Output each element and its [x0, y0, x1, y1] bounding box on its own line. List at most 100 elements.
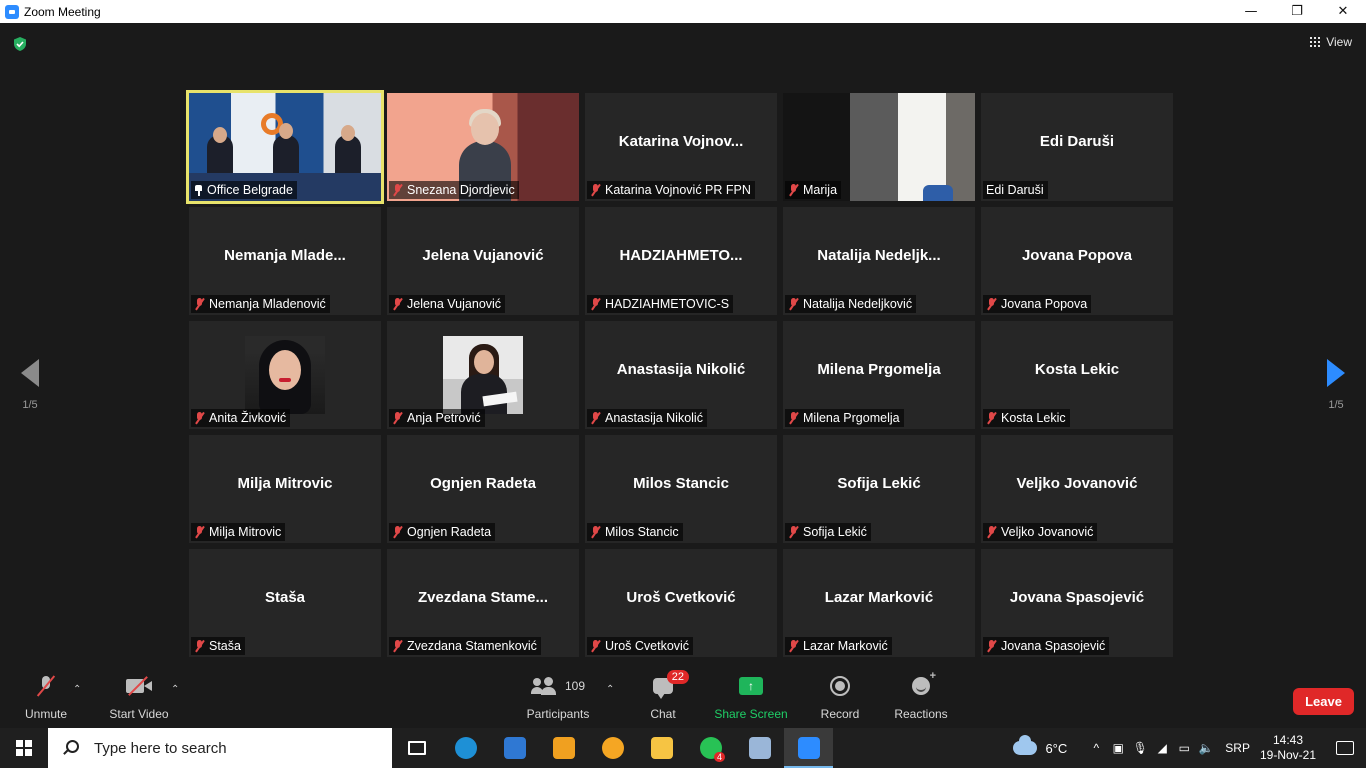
previous-page-button[interactable]: 1/5	[10, 359, 50, 411]
participant-tile[interactable]: Anastasija Nikolić Anastasija Nikolić	[585, 321, 777, 429]
view-label: View	[1326, 35, 1352, 49]
taskbar-app-task-view[interactable]	[392, 728, 441, 768]
participant-avatar	[443, 336, 523, 414]
participant-tile[interactable]: Sofija Lekić Sofija Lekić	[783, 435, 975, 543]
participant-tile[interactable]: Kosta Lekic Kosta Lekic	[981, 321, 1173, 429]
next-page-button[interactable]: 1/5	[1316, 359, 1356, 411]
taskbar-app-brave-vpn[interactable]	[588, 728, 637, 768]
participant-display-name: Jelena Vujanović	[422, 247, 544, 264]
clock[interactable]: 14:43 19-Nov-21	[1260, 733, 1316, 763]
participants-options-caret-icon[interactable]: ⌃	[606, 684, 614, 695]
audio-options-caret-icon[interactable]: ⌃	[73, 684, 81, 695]
mic-muted-icon	[788, 184, 799, 196]
mic-muted-icon	[39, 676, 53, 696]
participant-tile[interactable]: Jelena Vujanović Jelena Vujanović	[387, 207, 579, 315]
participants-button[interactable]: 109 Participants	[526, 670, 590, 728]
view-button[interactable]: View	[1310, 35, 1352, 49]
shield-check-icon[interactable]	[12, 36, 28, 52]
taskbar-app-zoom[interactable]	[784, 728, 833, 768]
participant-display-name: Sofija Lekić	[837, 475, 921, 492]
participant-tile[interactable]: Veljko Jovanović Veljko Jovanović	[981, 435, 1173, 543]
weather-cloud-icon[interactable]	[1013, 735, 1038, 755]
participant-name-label: HADZIAHMETOVIC-S	[587, 295, 734, 313]
participant-tile[interactable]: Ognjen Radeta Ognjen Radeta	[387, 435, 579, 543]
page-indicator-left: 1/5	[22, 399, 38, 411]
participant-name: Jelena Vujanović	[407, 297, 502, 311]
show-hidden-icons-chevron-icon[interactable]: ^	[1085, 728, 1107, 768]
participant-name: Lazar Marković	[803, 639, 888, 653]
participant-name-label: Natalija Nedeljković	[785, 295, 917, 313]
participant-name-label: Milja Mitrovic	[191, 523, 286, 541]
participant-tile[interactable]: Milena Prgomelja Milena Prgomelja	[783, 321, 975, 429]
start-video-button[interactable]: Start Video	[106, 670, 172, 728]
participant-name-label: Anita Živković	[191, 409, 291, 427]
weather-temperature[interactable]: 6°C	[1045, 741, 1067, 756]
participant-name: Jovana Spasojević	[1001, 639, 1106, 653]
record-button[interactable]: Record	[820, 670, 860, 728]
restore-button[interactable]: ❐	[1274, 0, 1320, 23]
notifications-icon[interactable]	[1336, 741, 1354, 755]
participant-tile[interactable]: Jovana Popova Jovana Popova	[981, 207, 1173, 315]
participant-tile[interactable]: Anja Petrović	[387, 321, 579, 429]
taskbar-search-box[interactable]: Type here to search	[48, 728, 392, 768]
minimize-button[interactable]: —	[1228, 0, 1274, 23]
participant-name-label: Marija	[785, 181, 842, 199]
file-explorer-icon	[650, 737, 673, 759]
leave-button[interactable]: Leave	[1293, 688, 1354, 715]
meeting-controls: Unmute ⌃ Start Video ⌃ 109 Participants …	[0, 670, 1366, 728]
chat-button[interactable]: 22 Chat	[648, 670, 689, 728]
meet-now-icon[interactable]: ▣	[1107, 728, 1129, 768]
participant-tile[interactable]: Katarina Vojnov... Katarina Vojnović PR F…	[585, 93, 777, 201]
participant-tile[interactable]: Staša Staša	[189, 549, 381, 657]
participant-display-name: Veljko Jovanović	[1016, 475, 1138, 492]
grid-view-icon	[1310, 37, 1321, 47]
input-language[interactable]: SRP	[1225, 741, 1250, 755]
participant-tile[interactable]: Lazar Marković Lazar Marković	[783, 549, 975, 657]
start-button[interactable]	[0, 728, 48, 768]
participant-tile[interactable]: Jovana Spasojević Jovana Spasojević	[981, 549, 1173, 657]
arrow-left-icon	[21, 359, 39, 387]
mic-muted-icon	[590, 298, 601, 310]
volume-icon[interactable]: 🔈	[1195, 728, 1217, 768]
taskbar-app-edge[interactable]	[441, 728, 490, 768]
participant-name: Milena Prgomelja	[803, 411, 900, 425]
video-options-caret-icon[interactable]: ⌃	[171, 684, 179, 695]
battery-icon[interactable]: ▭	[1173, 728, 1195, 768]
participant-tile[interactable]: Milja Mitrovic Milja Mitrovic	[189, 435, 381, 543]
task-view-icon	[407, 741, 426, 755]
mic-muted-icon	[194, 640, 205, 652]
system-tray: 6°C ^ ▣ 🎙 ◢ ▭ 🔈 SRP 14:43 19-Nov-21	[1013, 728, 1366, 768]
close-button[interactable]: ✕	[1320, 0, 1366, 23]
participant-tile[interactable]: Snezana Djordjevic	[387, 93, 579, 201]
taskbar-app-paint[interactable]	[735, 728, 784, 768]
participant-tile[interactable]: Anita Živković	[189, 321, 381, 429]
participant-tile[interactable]: Office Belgrade	[186, 90, 384, 204]
taskbar-app-mail[interactable]	[490, 728, 539, 768]
reactions-button[interactable]: Reactions	[894, 670, 948, 728]
participant-tile[interactable]: Marija	[783, 93, 975, 201]
participant-name-label: Anastasija Nikolić	[587, 409, 707, 427]
microphone-icon[interactable]: 🎙	[1129, 728, 1151, 768]
unmute-button[interactable]: Unmute	[22, 670, 70, 728]
participant-tile[interactable]: Natalija Nedeljk... Natalija Nedeljković	[783, 207, 975, 315]
participant-tile[interactable]: Milos Stancic Milos Stancic	[585, 435, 777, 543]
taskbar-app-file-explorer[interactable]	[637, 728, 686, 768]
participant-tile[interactable]: Nemanja Mlade... Nemanja Mladenović	[189, 207, 381, 315]
participant-name: Office Belgrade	[207, 183, 293, 197]
share-screen-button[interactable]: ↑ Share Screen	[714, 670, 788, 728]
participant-tile[interactable]: Edi Daruši Edi Daruši	[981, 93, 1173, 201]
taskbar-app-whatsapp[interactable]: 4	[686, 728, 735, 768]
video-off-icon	[126, 677, 152, 695]
participant-tile[interactable]: Zvezdana Stame... Zvezdana Stamenković	[387, 549, 579, 657]
participant-name: Edi Daruši	[986, 183, 1044, 197]
arrow-right-icon	[1327, 359, 1345, 387]
participant-tile[interactable]: HADZIAHMETO... HADZIAHMETOVIC-S	[585, 207, 777, 315]
participant-name-label: Nemanja Mladenović	[191, 295, 330, 313]
participant-name-label: Zvezdana Stamenković	[389, 637, 541, 655]
mic-muted-icon	[788, 298, 799, 310]
taskbar-app-store[interactable]	[539, 728, 588, 768]
participant-tile[interactable]: Uroš Cvetković Uroš Cvetković	[585, 549, 777, 657]
participant-display-name: Ognjen Radeta	[430, 475, 536, 492]
wifi-icon[interactable]: ◢	[1151, 728, 1173, 768]
participant-name-label: Snezana Djordjevic	[389, 181, 519, 199]
